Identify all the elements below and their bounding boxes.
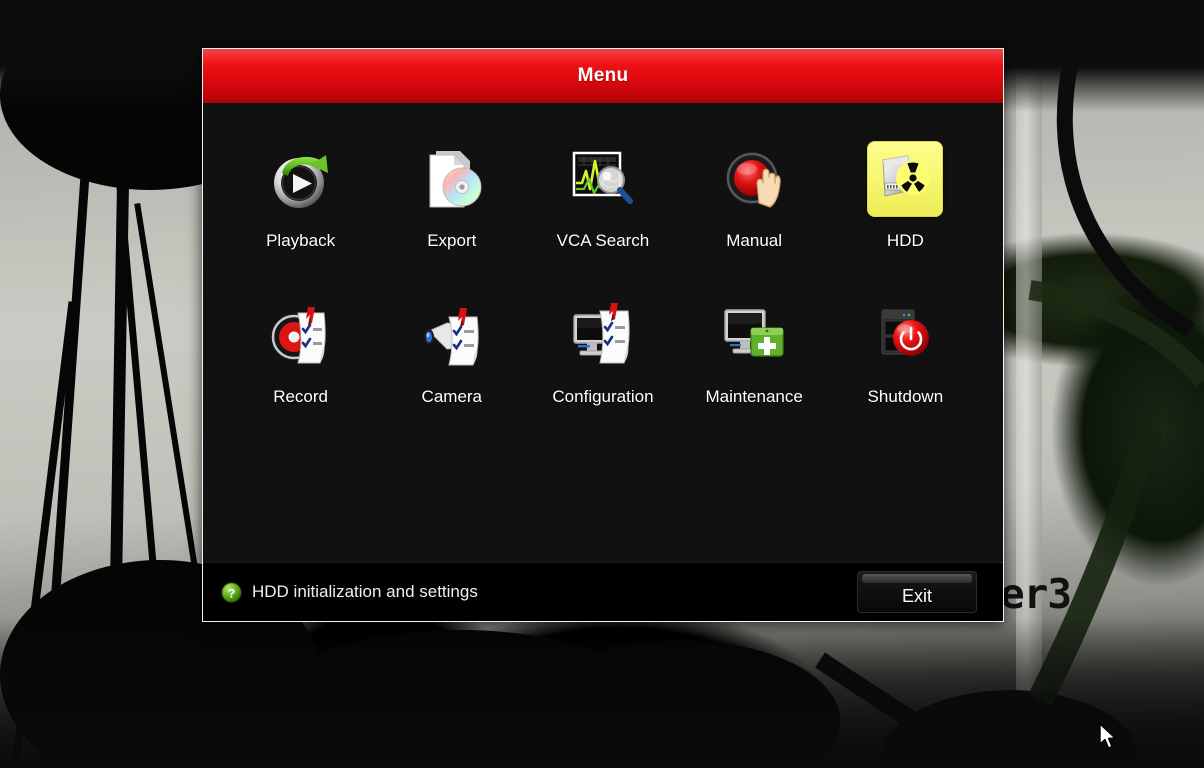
mouse-cursor xyxy=(1099,723,1116,749)
statusbar-hint: HDD initialization and settings xyxy=(252,582,478,601)
export-icon-wrap xyxy=(414,141,490,217)
menu-item-label: Playback xyxy=(266,231,336,250)
menu-item-manual[interactable]: Manual xyxy=(692,141,816,251)
menu-item-hdd[interactable]: HDD xyxy=(843,141,967,251)
camera-icon xyxy=(423,308,479,366)
vca-search-icon-wrap xyxy=(565,141,641,217)
menu-item-camera[interactable]: Camera xyxy=(390,297,514,407)
hdd-icon-wrap xyxy=(867,141,944,217)
configuration-icon-wrap xyxy=(565,297,641,373)
shutdown-icon xyxy=(881,309,930,356)
camera-osd-text: er3 xyxy=(1000,570,1072,618)
maintenance-icon-wrap xyxy=(716,297,792,373)
menu-item-playback[interactable]: Playback xyxy=(239,141,363,251)
menu-item-label: HDD xyxy=(886,231,924,250)
dialog-titlebar: Menu xyxy=(203,49,1003,103)
camera-icon-wrap xyxy=(414,297,490,373)
dialog-title: Menu xyxy=(577,65,629,86)
manual-icon-wrap xyxy=(716,141,792,217)
record-icon-wrap xyxy=(263,297,339,373)
menu-row-1: Playback Export VCA Search Manual HDD xyxy=(203,141,1003,251)
hdd-icon xyxy=(882,155,931,197)
playback-icon xyxy=(273,155,328,208)
menu-dialog: Menu Playback Export VCA Search Manual H… xyxy=(202,48,1004,622)
background-vignette-bottom xyxy=(0,618,1204,768)
menu-grid: Playback Export VCA Search Manual HDD Re… xyxy=(203,103,1003,562)
menu-item-maintenance[interactable]: Maintenance xyxy=(692,297,816,407)
maintenance-icon xyxy=(724,309,784,357)
menu-item-label: Shutdown xyxy=(867,387,944,406)
shutdown-icon-wrap xyxy=(867,297,943,373)
playback-icon-wrap xyxy=(263,141,339,217)
menu-item-label: Maintenance xyxy=(705,387,803,406)
exit-button-label: Exit xyxy=(901,586,932,606)
menu-item-shutdown[interactable]: Shutdown xyxy=(843,297,967,407)
record-icon xyxy=(269,307,326,364)
menu-item-label: Record xyxy=(273,387,328,406)
menu-item-label: Manual xyxy=(726,231,783,250)
configuration-icon xyxy=(573,303,630,364)
menu-item-vca-search[interactable]: VCA Search xyxy=(541,141,665,251)
menu-item-label: Export xyxy=(427,231,477,250)
menu-item-label: VCA Search xyxy=(556,231,650,250)
manual-icon xyxy=(726,152,781,208)
menu-item-label: Configuration xyxy=(552,387,654,406)
help-circle-icon[interactable]: ? xyxy=(221,581,242,603)
dialog-statusbar: ? HDD initialization and settings Exit xyxy=(203,562,1003,621)
menu-row-2: Record Camera Configuration Maintenance … xyxy=(203,297,1003,407)
exit-button[interactable]: Exit xyxy=(857,571,977,613)
export-icon xyxy=(429,151,482,208)
nvr-screen: er3 Menu Playback Export VCA Search Manu… xyxy=(0,0,1204,768)
menu-item-label: Camera xyxy=(421,387,483,406)
vca-search-icon xyxy=(572,151,633,204)
svg-text:?: ? xyxy=(228,586,236,600)
menu-item-record[interactable]: Record xyxy=(239,297,363,407)
menu-item-configuration[interactable]: Configuration xyxy=(541,297,665,407)
menu-item-export[interactable]: Export xyxy=(390,141,514,251)
